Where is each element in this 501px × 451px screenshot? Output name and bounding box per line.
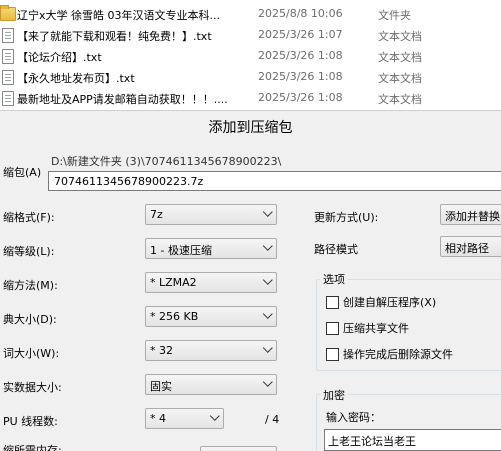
file-name: 【来了就能下载和观看！纯免费！】.txt: [17, 30, 212, 43]
password-label: 输入密码：: [326, 411, 381, 424]
cpu-threads-label: PU 线程数:: [3, 415, 58, 428]
method-select[interactable]: * LZMA2: [145, 272, 277, 293]
shared-files-checkbox[interactable]: [326, 321, 339, 335]
update-mode-value: 添加并替换: [445, 210, 500, 223]
update-mode-select[interactable]: 添加并替换: [440, 204, 501, 225]
add-to-archive-dialog: 添加到压缩包 缩包(A) D:\新建文件夹 (3)\70746113456789…: [0, 110, 501, 451]
dictionary-label: 典大小(D):: [3, 313, 57, 326]
file-date: 2025/3/26 1:08: [258, 49, 343, 62]
path-mode-select[interactable]: 相对路径: [440, 236, 501, 257]
text-file-icon: [2, 69, 14, 85]
folder-icon: [0, 5, 16, 21]
options-group-title: 选项: [320, 271, 348, 287]
level-label: 缩等级(L):: [3, 245, 55, 258]
sfx-checkbox-label: 创建自解压程序(X): [343, 296, 437, 309]
format-label: 缩格式(F):: [3, 211, 55, 224]
file-row[interactable]: 最新地址及APP请发邮箱自动获取！！！.... 2025/3/26 1:08 文…: [0, 87, 501, 109]
file-name: 辽宁x大学 徐雪皓 03年汉语文专业本科...: [17, 9, 220, 22]
chevron-down-icon: [262, 377, 273, 387]
method-label: 缩方法(M):: [3, 279, 58, 292]
file-type: 文件夹: [378, 9, 411, 22]
password-input[interactable]: 上老王论坛当老王: [324, 429, 501, 451]
memory-label: 缩所需内存:: [3, 444, 62, 451]
sfx-checkbox[interactable]: [326, 295, 339, 309]
cpu-threads-value: * 4: [150, 412, 166, 425]
path-mode-label: 路径模式: [314, 243, 358, 256]
archive-directory: D:\新建文件夹 (3)\7074611345678900223\: [51, 155, 282, 168]
chevron-down-icon: [262, 207, 273, 217]
text-file-icon: [2, 90, 14, 106]
dictionary-select[interactable]: * 256 KB: [145, 306, 277, 327]
file-date: 2025/3/26 1:07: [258, 28, 343, 41]
sfx-checkbox-row[interactable]: 创建自解压程序(X): [326, 294, 436, 310]
file-type: 文本文档: [378, 72, 422, 85]
word-size-select[interactable]: * 32: [145, 340, 277, 361]
word-size-label: 词大小(W):: [3, 347, 60, 360]
file-list: 辽宁x大学 徐雪皓 03年汉语文专业本科... 2025/8/8 10:06 文…: [0, 0, 501, 110]
chevron-down-icon: [262, 241, 273, 251]
file-row[interactable]: 【论坛介绍】.txt 2025/3/26 1:08 文本文档: [0, 45, 501, 67]
method-value: * LZMA2: [150, 276, 197, 289]
path-mode-value: 相对路径: [445, 242, 489, 255]
level-select[interactable]: 1 - 极速压缩: [145, 238, 277, 259]
delete-after-checkbox-row[interactable]: 操作完成后删除源文件: [326, 346, 453, 362]
text-file-icon: [2, 27, 14, 43]
file-row[interactable]: 【永久地址发布页】.txt 2025/3/26 1:08 文本文档: [0, 66, 501, 88]
file-date: 2025/8/8 10:06: [258, 7, 343, 20]
archive-name-input[interactable]: 7074611345678900223.7z: [48, 171, 501, 191]
format-value: 7z: [150, 208, 163, 221]
file-type: 文本文档: [378, 51, 422, 64]
file-type: 文本文档: [378, 93, 422, 106]
delete-after-checkbox-label: 操作完成后删除源文件: [343, 348, 453, 361]
cpu-threads-select[interactable]: * 4: [145, 408, 224, 429]
dictionary-value: * 256 KB: [150, 310, 199, 323]
dialog-title: 添加到压缩包: [208, 120, 293, 136]
cpu-threads-total: / 4: [265, 413, 280, 426]
file-name: 最新地址及APP请发邮箱自动获取！！！....: [17, 93, 228, 106]
memory-value-box: [200, 446, 277, 451]
solid-block-value: 固实: [150, 380, 172, 393]
text-file-icon: [2, 48, 14, 64]
delete-after-checkbox[interactable]: [326, 347, 339, 361]
file-date: 2025/3/26 1:08: [258, 70, 343, 83]
archive-label: 缩包(A): [3, 166, 42, 179]
file-name: 【论坛介绍】.txt: [17, 51, 102, 64]
file-date: 2025/3/26 1:08: [258, 91, 343, 104]
shared-files-checkbox-label: 压缩共享文件: [343, 322, 409, 335]
chevron-down-icon: [262, 309, 273, 319]
chevron-down-icon: [209, 411, 220, 421]
word-size-value: * 32: [150, 344, 173, 357]
file-type: 文本文档: [378, 30, 422, 43]
update-mode-label: 更新方式(U):: [314, 211, 379, 224]
file-name: 【永久地址发布页】.txt: [17, 72, 135, 85]
format-select[interactable]: 7z: [145, 204, 277, 225]
shared-files-checkbox-row[interactable]: 压缩共享文件: [326, 320, 409, 336]
file-row[interactable]: 【来了就能下载和观看！纯免费！】.txt 2025/3/26 1:07 文本文档: [0, 24, 501, 46]
encryption-group-title: 加密: [320, 387, 348, 403]
chevron-down-icon: [262, 275, 273, 285]
solid-block-label: 实数据大小:: [3, 381, 62, 394]
solid-block-select[interactable]: 固实: [145, 374, 277, 395]
chevron-down-icon: [262, 343, 273, 353]
file-row-folder[interactable]: 辽宁x大学 徐雪皓 03年汉语文专业本科... 2025/8/8 10:06 文…: [0, 3, 501, 25]
level-value: 1 - 极速压缩: [150, 244, 212, 257]
